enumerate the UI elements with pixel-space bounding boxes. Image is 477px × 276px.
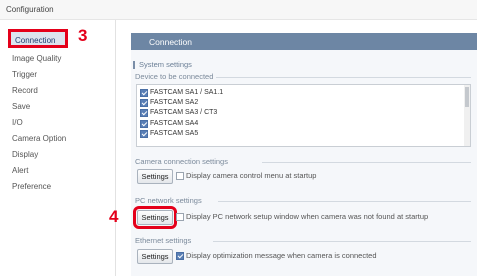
checkbox-checked-icon[interactable] xyxy=(140,98,148,107)
checkbox-checked-icon[interactable] xyxy=(176,251,184,260)
scrollbar-thumb[interactable] xyxy=(465,87,469,107)
device-list[interactable]: FASTCAM SA1 / SA1.1 FASTCAM SA2 FASTCAM … xyxy=(136,84,471,147)
device-item[interactable]: FASTCAM SA3 / CT3 xyxy=(140,108,217,117)
sidebar-item-connection[interactable]: Connection xyxy=(8,29,68,48)
camera-connection-settings-button[interactable]: Settings xyxy=(137,169,173,184)
checkbox-checked-icon[interactable] xyxy=(140,88,148,97)
pc-network-setup-option[interactable]: Display PC network setup window when cam… xyxy=(176,212,428,221)
camera-connection-divider xyxy=(262,162,471,163)
section-header: Connection xyxy=(131,33,477,50)
device-item[interactable]: FASTCAM SA5 xyxy=(140,129,198,138)
system-settings-title: System settings xyxy=(139,60,192,69)
sidebar-item-preference[interactable]: Preference xyxy=(12,179,51,194)
camera-control-menu-label: Display camera control menu at startup xyxy=(186,171,317,180)
device-label: FASTCAM SA2 xyxy=(150,99,199,106)
pc-network-settings-button[interactable]: Settings xyxy=(133,206,177,229)
ethernet-settings-button[interactable]: Settings xyxy=(137,249,173,264)
sidebar-item-record[interactable]: Record xyxy=(12,83,38,98)
device-label: FASTCAM SA4 xyxy=(150,120,199,127)
sidebar: Connection Image Quality Trigger Record … xyxy=(0,20,116,276)
pc-network-title: PC network settings xyxy=(135,196,202,205)
section-header-title: Connection xyxy=(149,37,193,47)
sidebar-item-camera-option[interactable]: Camera Option xyxy=(12,131,66,146)
checkbox-checked-icon[interactable] xyxy=(140,129,148,138)
device-item[interactable]: FASTCAM SA2 xyxy=(140,98,198,107)
pc-network-divider xyxy=(218,201,471,202)
device-label: FASTCAM SA5 xyxy=(150,130,199,137)
sidebar-item-image-quality[interactable]: Image Quality xyxy=(12,51,61,66)
step-4-marker: 4 xyxy=(109,207,119,226)
title-bar: Configuration xyxy=(0,0,477,20)
sidebar-item-io[interactable]: I/O xyxy=(12,115,23,130)
device-item[interactable]: FASTCAM SA4 xyxy=(140,119,198,128)
device-group-divider xyxy=(216,77,471,78)
optimization-message-option[interactable]: Display optimization message when camera… xyxy=(176,251,377,260)
checkbox-checked-icon[interactable] xyxy=(140,119,148,128)
sidebar-item-save[interactable]: Save xyxy=(12,99,30,114)
device-group-title: Device to be connected xyxy=(135,72,214,81)
device-label: FASTCAM SA1 / SA1.1 xyxy=(150,89,224,96)
checkbox-checked-icon[interactable] xyxy=(140,108,148,117)
sidebar-item-alert[interactable]: Alert xyxy=(12,163,28,178)
window-title: Configuration xyxy=(6,5,54,14)
ethernet-title: Ethernet settings xyxy=(135,236,192,245)
ethernet-divider xyxy=(213,241,471,242)
sidebar-item-trigger[interactable]: Trigger xyxy=(12,67,37,82)
device-item[interactable]: FASTCAM SA1 / SA1.1 xyxy=(140,88,223,97)
device-list-scrollbar[interactable] xyxy=(464,85,470,146)
sidebar-item-display[interactable]: Display xyxy=(12,147,38,162)
camera-control-menu-option[interactable]: Display camera control menu at startup xyxy=(176,171,316,180)
system-settings-marker xyxy=(133,61,135,69)
checkbox-unchecked-icon[interactable] xyxy=(176,171,184,180)
optimization-message-label: Display optimization message when camera… xyxy=(186,251,377,260)
camera-connection-title: Camera connection settings xyxy=(135,157,228,166)
checkbox-unchecked-icon[interactable] xyxy=(176,212,184,221)
device-label: FASTCAM SA3 / CT3 xyxy=(150,109,218,116)
step-3-marker: 3 xyxy=(78,26,88,45)
pc-network-setup-label: Display PC network setup window when cam… xyxy=(186,212,429,221)
